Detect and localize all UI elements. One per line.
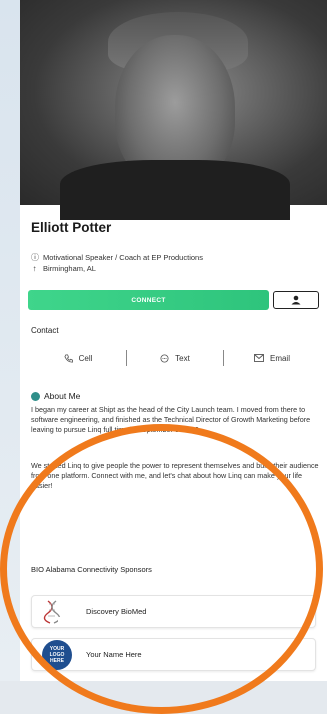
contact-heading: Contact (31, 326, 59, 335)
about-heading-row: About Me (31, 391, 80, 401)
mail-icon (254, 354, 264, 362)
discovery-biomed-logo (42, 599, 72, 625)
phone-icon (64, 353, 73, 363)
location-row: ↑ Birmingham, AL (31, 264, 96, 273)
sponsor-name: Your Name Here (86, 650, 142, 659)
text-label: Text (175, 353, 190, 363)
profile-photo (20, 0, 327, 220)
email-label: Email (269, 353, 290, 363)
text-button[interactable]: Text (127, 354, 223, 363)
profile-name: Elliott Potter (31, 220, 112, 235)
sponsors-heading: BIO Alabama Connectivity Sponsors (31, 565, 152, 574)
email-button[interactable]: Email (224, 354, 320, 363)
about-paragraph-2: We started Linq to give people the power… (31, 461, 319, 490)
cell-button[interactable]: Cell (30, 354, 126, 363)
profile-card: Elliott Potter ⓘ Motivational Speaker / … (20, 0, 327, 681)
message-icon (160, 353, 169, 363)
job-title: Motivational Speaker / Coach at EP Produ… (43, 253, 203, 262)
your-logo-here-logo: YOUR LOGO HERE (42, 639, 72, 670)
save-contact-button[interactable] (273, 291, 319, 309)
about-icon (31, 391, 40, 401)
location: Birmingham, AL (43, 264, 96, 273)
cell-label: Cell (78, 353, 93, 363)
sponsor-card-discovery-biomed[interactable]: Discovery BioMed (31, 595, 316, 628)
connect-row: CONNECT (28, 290, 319, 310)
page-background (0, 0, 20, 681)
sponsor-card-your-name-here[interactable]: YOUR LOGO HERE Your Name Here (31, 638, 316, 671)
job-title-row: ⓘ Motivational Speaker / Coach at EP Pro… (31, 252, 203, 263)
logo-text: YOUR LOGO HERE (49, 645, 65, 664)
connect-button[interactable]: CONNECT (28, 290, 269, 310)
info-icon: ⓘ (31, 253, 39, 262)
about-heading: About Me (44, 391, 81, 401)
contact-card-icon (291, 295, 301, 305)
photo-shirt (60, 160, 290, 220)
sponsor-name: Discovery BioMed (86, 607, 147, 616)
pin-icon: ↑ (32, 264, 37, 273)
contact-options: Cell Text Email (30, 350, 320, 366)
about-paragraph-1: I began my career at Shipt as the head o… (31, 405, 311, 434)
